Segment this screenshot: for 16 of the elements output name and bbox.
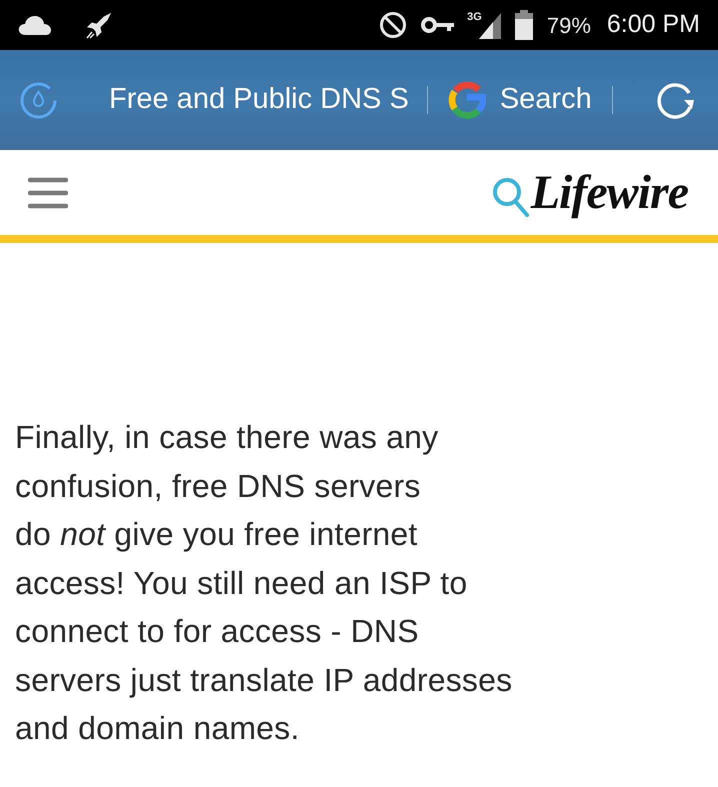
menu-icon[interactable] bbox=[28, 176, 68, 208]
rocket-icon bbox=[84, 10, 114, 40]
page-title[interactable]: Free and Public DNS S bbox=[109, 78, 409, 122]
google-search-button[interactable]: Search bbox=[448, 78, 592, 122]
network-type-label: 3G bbox=[467, 12, 482, 23]
key-icon bbox=[421, 16, 456, 34]
do-not-disturb-icon bbox=[379, 11, 408, 39]
cloud-icon bbox=[18, 14, 52, 36]
refresh-icon[interactable] bbox=[656, 80, 696, 120]
google-logo-icon bbox=[448, 81, 486, 119]
battery-percentage: 79% bbox=[546, 12, 591, 40]
article-paragraph: Finally, in case there was any confusion, free DNS servers do not give you free internet access! You still need an ISP to connect to for access - DNS servers just translate IP addresses and domain names. bbox=[15, 418, 512, 748]
clock-time: 6:00 PM bbox=[606, 9, 700, 40]
search-icon[interactable] bbox=[492, 176, 529, 216]
site-logo[interactable]: Lifewire bbox=[530, 168, 688, 216]
battery-icon bbox=[514, 10, 533, 40]
